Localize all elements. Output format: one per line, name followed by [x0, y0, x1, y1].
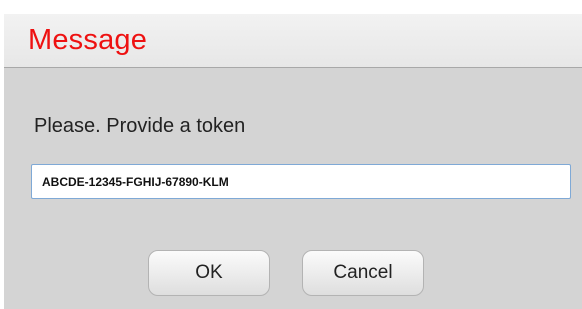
- dialog-title: Message: [28, 24, 148, 56]
- dialog-header: Message: [4, 14, 582, 68]
- page-top-edge: [0, 0, 582, 14]
- prompt-label: Please. Provide a token: [34, 115, 246, 137]
- cancel-button[interactable]: Cancel: [302, 250, 424, 296]
- ok-button[interactable]: OK: [148, 250, 270, 296]
- message-dialog: Message Please. Provide a token OK Cance…: [4, 14, 582, 309]
- dialog-body: Please. Provide a token OK Cancel: [4, 68, 582, 309]
- token-input[interactable]: [31, 164, 571, 199]
